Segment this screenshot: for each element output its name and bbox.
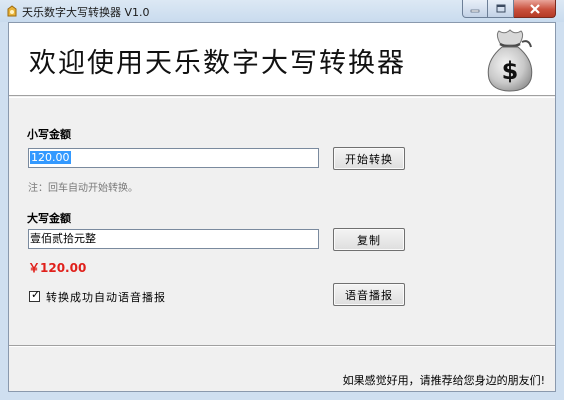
speech-checkbox[interactable]: ✓ [29, 288, 41, 302]
footer-text: 如果感觉好用，请推荐给您身边的朋友们! [342, 374, 545, 387]
big-amount-label: 大写金额 [27, 212, 71, 225]
window-bottom-border [0, 392, 564, 400]
maximize-button[interactable] [488, 0, 514, 18]
title-bar[interactable]: 天乐数字大写转换器 V1.0 [0, 0, 564, 22]
caption-buttons [462, 0, 556, 19]
window-title: 天乐数字大写转换器 V1.0 [22, 6, 150, 19]
maximize-icon [496, 4, 505, 13]
currency-amount: ￥120.00 [28, 261, 87, 275]
money-bag-icon: $ [487, 29, 533, 92]
app-window: 天乐数字大写转换器 V1.0 欢迎使用天乐数字大写转换器 $ 小写金额 120.… [0, 0, 564, 400]
app-icon [7, 5, 17, 17]
banner-title: 欢迎使用天乐数字大写转换器 [29, 48, 406, 79]
check-mark-icon: ✓ [31, 288, 41, 301]
speech-button[interactable]: 语音播报 [333, 283, 405, 306]
small-amount-value: 120.00 [30, 151, 71, 164]
close-icon [529, 3, 540, 14]
close-button[interactable] [514, 0, 556, 18]
hint-note: 注：回车自动开始转换。 [28, 183, 138, 194]
footer-separator [9, 345, 555, 346]
minimize-icon [470, 9, 480, 12]
header-banner: 欢迎使用天乐数字大写转换器 $ [9, 23, 555, 96]
big-amount-output[interactable]: 壹佰贰拾元整 [28, 229, 319, 249]
dollar-sign: $ [502, 57, 519, 85]
convert-button[interactable]: 开始转换 [333, 147, 405, 170]
banner-separator [9, 97, 555, 98]
small-amount-label: 小写金额 [27, 128, 71, 141]
client-area: 欢迎使用天乐数字大写转换器 $ 小写金额 120.00 开始转换 注：回车自动开… [8, 22, 556, 392]
small-amount-input[interactable]: 120.00 [28, 148, 319, 168]
speech-checkbox-label[interactable]: 转换成功自动语音播报 [46, 289, 166, 305]
copy-button[interactable]: 复制 [333, 228, 405, 251]
minimize-button[interactable] [462, 0, 488, 18]
